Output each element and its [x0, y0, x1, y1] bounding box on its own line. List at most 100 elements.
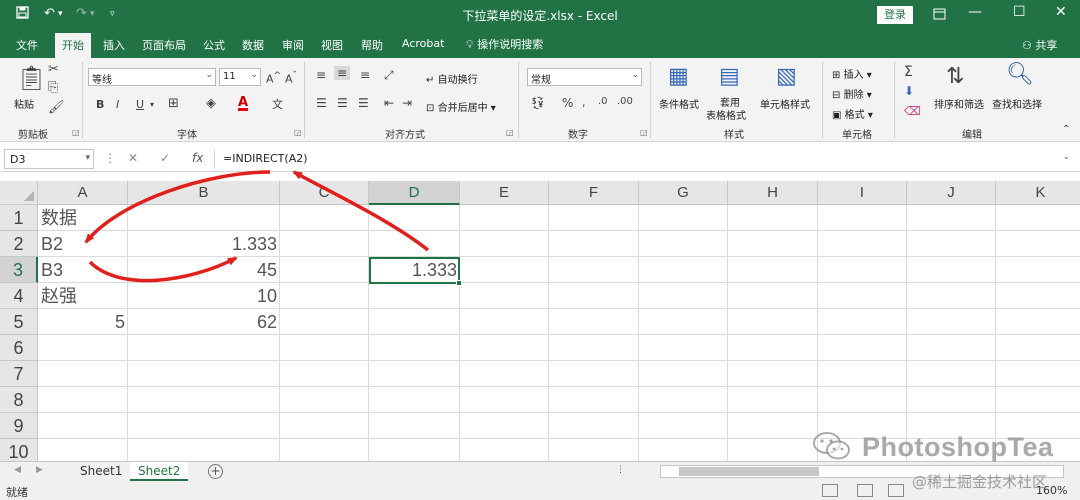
cancel-icon[interactable]: ✕: [128, 151, 138, 165]
italic-button[interactable]: I: [116, 98, 119, 111]
orientation-icon[interactable]: ⤢: [384, 68, 394, 83]
underline-button[interactable]: U: [136, 98, 144, 111]
number-format-select[interactable]: 常规 ⌄: [527, 68, 642, 86]
column-header-c[interactable]: C: [280, 181, 369, 205]
copy-icon[interactable]: ⎘: [48, 80, 58, 95]
clipboard-launcher-icon[interactable]: ◲: [72, 128, 80, 137]
fill-icon[interactable]: ⬇: [904, 84, 914, 98]
formula-input[interactable]: =INDIRECT(A2) ⌄: [214, 149, 1074, 169]
font-size-select[interactable]: 11 ⌄: [219, 68, 261, 86]
row-header-4[interactable]: 4: [0, 283, 38, 309]
column-header-i[interactable]: I: [818, 181, 907, 205]
delete-cells-button[interactable]: ⊟ 删除 ▾: [832, 86, 872, 101]
column-header-h[interactable]: H: [728, 181, 818, 205]
align-bottom-icon[interactable]: ≡: [360, 68, 370, 82]
tab-home[interactable]: 开始: [55, 33, 91, 58]
tab-help[interactable]: 帮助: [361, 37, 383, 53]
number-launcher-icon[interactable]: ◲: [640, 128, 648, 137]
cut-icon[interactable]: ✂: [48, 62, 59, 77]
increase-font-icon[interactable]: A^: [266, 70, 281, 86]
tab-acrobat[interactable]: Acrobat: [402, 37, 444, 50]
bold-button[interactable]: B: [96, 98, 104, 111]
tab-review[interactable]: 审阅: [282, 37, 304, 53]
share-button[interactable]: ⚇ 共享: [1022, 37, 1057, 53]
percent-button[interactable]: %: [562, 96, 573, 110]
format-cells-button[interactable]: ▣ 格式 ▾: [832, 106, 873, 121]
decrease-font-icon[interactable]: Aˇ: [285, 70, 297, 86]
accounting-format-icon[interactable]: 💱︎: [530, 96, 545, 110]
page-break-view-icon[interactable]: [888, 484, 904, 497]
column-header-b[interactable]: B: [128, 181, 280, 205]
scroll-thumb[interactable]: [679, 467, 819, 476]
row-header-10[interactable]: 10: [0, 439, 38, 463]
minimize-icon[interactable]: —: [968, 4, 982, 20]
underline-dropdown-icon[interactable]: ▾: [150, 100, 154, 109]
wrap-text-button[interactable]: ↵ 自动换行: [426, 71, 478, 86]
decrease-decimal-icon[interactable]: .00: [617, 96, 633, 107]
find-select-button[interactable]: 查找和选择: [992, 96, 1042, 111]
font-name-select[interactable]: 等线 ⌄: [88, 68, 216, 86]
clear-icon[interactable]: ⌫: [904, 104, 921, 118]
insert-function-icon[interactable]: fx: [192, 151, 203, 165]
font-launcher-icon[interactable]: ◲: [294, 128, 302, 137]
row-header-1[interactable]: 1: [0, 205, 38, 231]
cell-a3[interactable]: B3: [38, 257, 128, 283]
paste-button[interactable]: 粘贴: [14, 96, 34, 111]
conditional-formatting-button[interactable]: 条件格式: [659, 96, 699, 111]
row-header-7[interactable]: 7: [0, 361, 38, 387]
sheet-tab-sheet1[interactable]: Sheet1: [72, 462, 130, 481]
cell-a4[interactable]: 赵强: [38, 283, 128, 309]
phonetic-icon[interactable]: 文: [272, 96, 283, 112]
format-as-table-line2[interactable]: 表格格式: [706, 107, 746, 122]
autosum-icon[interactable]: Σ: [904, 64, 913, 80]
align-center-icon[interactable]: ☰: [337, 96, 348, 110]
row-header-8[interactable]: 8: [0, 387, 38, 413]
sheet-tab-sheet2[interactable]: Sheet2: [130, 462, 189, 481]
column-header-f[interactable]: F: [549, 181, 639, 205]
tab-file[interactable]: 文件: [16, 37, 38, 53]
insert-cells-button[interactable]: ⊞ 插入 ▾: [832, 66, 872, 81]
decrease-indent-icon[interactable]: ⇤: [384, 96, 394, 110]
tab-page-layout[interactable]: 页面布局: [142, 37, 186, 53]
select-all-button[interactable]: [0, 181, 38, 205]
row-header-2[interactable]: 2: [0, 231, 38, 257]
row-header-5[interactable]: 5: [0, 309, 38, 335]
align-right-icon[interactable]: ☰: [358, 96, 369, 110]
column-header-k[interactable]: K: [996, 181, 1080, 205]
cell-b5[interactable]: 62: [128, 309, 280, 335]
align-top-icon[interactable]: ≡: [316, 68, 326, 82]
normal-view-icon[interactable]: [822, 484, 838, 497]
column-header-a[interactable]: A: [38, 181, 128, 205]
row-header-9[interactable]: 9: [0, 413, 38, 439]
font-color-icon[interactable]: A: [238, 95, 248, 110]
worksheet-grid[interactable]: A B C D E F G H I J K 1 2 3 4 5 6 7 8 9 …: [0, 181, 1080, 463]
format-painter-icon[interactable]: 🖌︎: [48, 100, 65, 115]
fill-handle[interactable]: [456, 280, 462, 286]
tab-view[interactable]: 视图: [321, 37, 343, 53]
merge-center-button[interactable]: ⊡ 合并后居中 ▾: [426, 99, 496, 114]
column-header-j[interactable]: J: [907, 181, 996, 205]
find-select-icon[interactable]: 🔍︎: [1006, 62, 1034, 87]
column-header-e[interactable]: E: [460, 181, 549, 205]
close-icon[interactable]: ✕: [1055, 4, 1067, 20]
prev-sheet-icon[interactable]: ◀: [14, 465, 21, 475]
increase-indent-icon[interactable]: ⇥: [402, 96, 412, 110]
next-sheet-icon[interactable]: ▶: [36, 465, 43, 475]
tab-insert[interactable]: 插入: [103, 37, 125, 53]
sort-filter-button[interactable]: 排序和筛选: [934, 96, 984, 111]
column-header-g[interactable]: G: [639, 181, 728, 205]
alignment-launcher-icon[interactable]: ◲: [506, 128, 514, 137]
tab-formulas[interactable]: 公式: [203, 37, 225, 53]
align-left-icon[interactable]: ☰: [316, 96, 327, 110]
row-header-6[interactable]: 6: [0, 335, 38, 361]
borders-icon[interactable]: ⊞: [168, 96, 179, 111]
cell-styles-button[interactable]: 单元格样式: [760, 96, 810, 111]
cell-a2[interactable]: B2: [38, 231, 128, 257]
enter-icon[interactable]: ✓: [160, 151, 170, 165]
paste-icon[interactable]: 📋︎: [16, 64, 46, 92]
maximize-icon[interactable]: ☐: [1013, 4, 1026, 20]
cell-a1[interactable]: 数据: [38, 205, 128, 231]
ribbon-display-options-icon[interactable]: [933, 4, 946, 25]
login-button[interactable]: 登录: [877, 6, 913, 24]
fill-color-icon[interactable]: ◈: [206, 96, 216, 111]
